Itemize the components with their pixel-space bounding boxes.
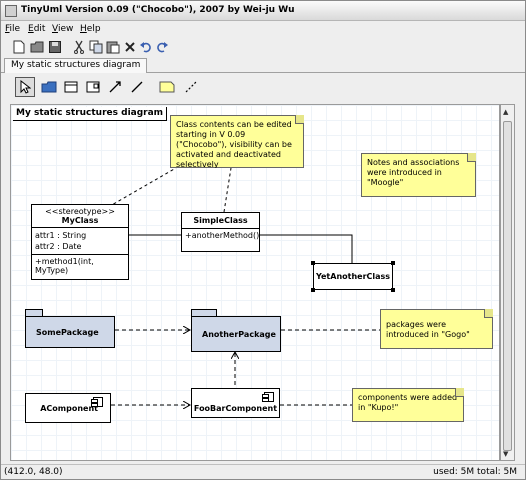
- paste-icon[interactable]: [105, 39, 121, 55]
- title-bar: TinyUml Version 0.09 ("Chocobo"), 2007 b…: [1, 1, 525, 21]
- selection-handle[interactable]: [391, 288, 395, 292]
- menu-bar: File Edit View Help: [1, 22, 525, 37]
- component-icon: [91, 397, 103, 407]
- note-fold: [484, 309, 493, 318]
- note-class-contents[interactable]: Class contents can be edited starting in…: [170, 115, 304, 168]
- note-link-simpleclass[interactable]: [223, 167, 232, 213]
- selection-handle[interactable]: [311, 288, 315, 292]
- scroll-up-icon[interactable]: ▲: [503, 108, 508, 116]
- class-methods: +anotherMethod(): [182, 228, 259, 242]
- note-components[interactable]: components were added in "Kupo!": [352, 388, 464, 422]
- note-fold: [467, 153, 476, 162]
- undo-icon[interactable]: [138, 39, 154, 55]
- vertical-scrollbar[interactable]: ▲ ▼: [500, 104, 515, 461]
- menu-file[interactable]: File: [5, 24, 20, 34]
- diagram-toolbar: [1, 75, 525, 99]
- package-somepackage[interactable]: SomePackage: [25, 316, 115, 348]
- class-myclass[interactable]: <<stereotype>> MyClass attr1 : String at…: [31, 204, 129, 280]
- class-attributes: attr1 : String attr2 : Date: [32, 227, 128, 254]
- delete-icon[interactable]: [122, 39, 138, 55]
- note-icon[interactable]: [159, 79, 175, 95]
- class-methods: +method1(int, MyType): [32, 254, 128, 277]
- class-name: MyClass: [61, 216, 99, 225]
- class-name: YetAnotherClass: [315, 272, 391, 281]
- note-connector-icon[interactable]: [183, 79, 199, 95]
- selection-handle[interactable]: [311, 261, 315, 265]
- note-notes-associations[interactable]: Notes and associations were introduced i…: [361, 153, 476, 197]
- class-stereotype: <<stereotype>>: [45, 207, 115, 216]
- assoc-simpleclass-yetanother[interactable]: [260, 234, 353, 263]
- new-icon[interactable]: [11, 39, 27, 55]
- menu-view[interactable]: View: [52, 24, 73, 34]
- select-icon[interactable]: [17, 79, 33, 95]
- scroll-down-icon[interactable]: ▼: [503, 450, 508, 458]
- cursor-coordinates: (412.0, 48.0): [4, 467, 63, 477]
- cut-icon[interactable]: [71, 39, 87, 55]
- menu-help[interactable]: Help: [80, 24, 101, 34]
- class-yetanotherclass[interactable]: YetAnotherClass: [313, 263, 393, 290]
- main-toolbar: [1, 37, 525, 57]
- package-tab: [25, 309, 43, 316]
- window-title: TinyUml Version 0.09 ("Chocobo"), 2007 b…: [21, 5, 295, 15]
- save-icon[interactable]: [47, 39, 63, 55]
- note-packages[interactable]: packages were introduced in "Gogo": [380, 309, 493, 349]
- redo-icon[interactable]: [154, 39, 170, 55]
- class-name: SimpleClass: [193, 216, 248, 225]
- note-fold: [455, 388, 464, 397]
- status-bar: (412.0, 48.0) used: 5M total: 5M: [1, 464, 525, 479]
- class-attribute: attr2 : Date: [35, 242, 82, 251]
- note-fold: [295, 115, 304, 124]
- class-attribute: attr1 : String: [35, 231, 87, 240]
- tab-strip: My static structures diagram: [1, 57, 525, 73]
- app-window: TinyUml Version 0.09 ("Chocobo"), 2007 b…: [0, 0, 526, 480]
- association-icon[interactable]: [107, 79, 123, 95]
- class-method: +anotherMethod(): [185, 231, 260, 240]
- selection-handle[interactable]: [391, 261, 395, 265]
- diagram-canvas[interactable]: My static structures diagram <<stereotyp…: [10, 104, 500, 461]
- open-icon[interactable]: [29, 39, 45, 55]
- app-icon: [5, 5, 17, 17]
- scroll-thumb[interactable]: [503, 121, 512, 451]
- tab-diagram[interactable]: My static structures diagram: [4, 58, 148, 73]
- menu-edit[interactable]: Edit: [28, 24, 45, 34]
- component-icon: [262, 392, 274, 402]
- class-method: +method1(int, MyType): [35, 257, 94, 275]
- memory-status: used: 5M total: 5M: [433, 467, 517, 477]
- copy-icon[interactable]: [88, 39, 104, 55]
- package-anotherpackage[interactable]: AnotherPackage: [191, 316, 281, 352]
- class-icon[interactable]: [63, 79, 79, 95]
- component-icon[interactable]: [85, 79, 101, 95]
- line-icon[interactable]: [129, 79, 145, 95]
- package-tab: [191, 309, 217, 316]
- package-icon[interactable]: [41, 79, 57, 95]
- class-simpleclass[interactable]: SimpleClass +anotherMethod(): [181, 212, 260, 252]
